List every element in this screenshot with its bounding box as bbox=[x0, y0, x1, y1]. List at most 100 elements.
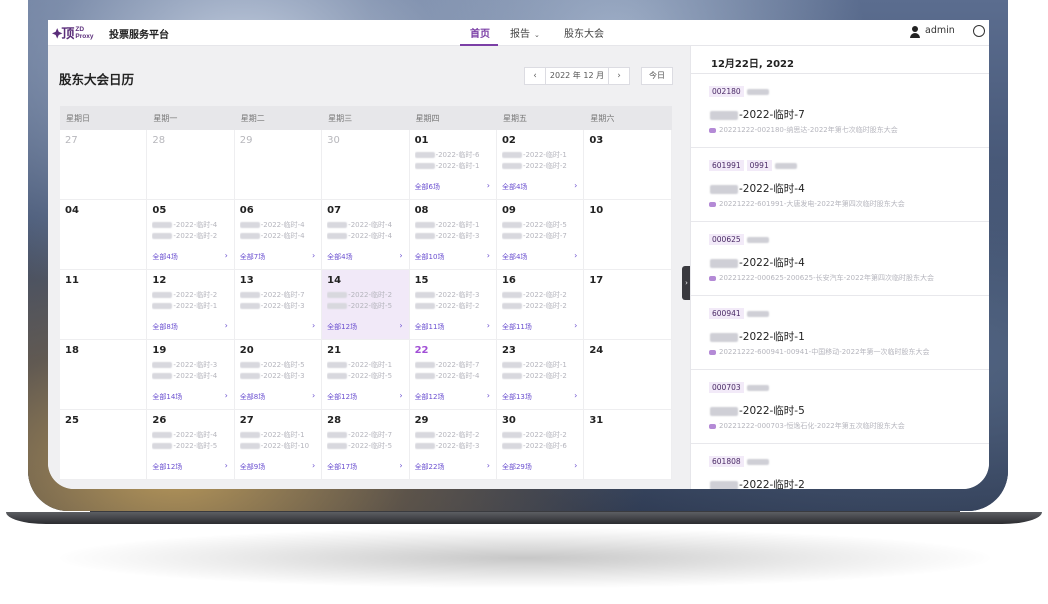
chevron-right-icon[interactable]: › bbox=[574, 461, 577, 470]
calendar-day-cell[interactable]: 13 -2022-临时-7 -2022-临时-3 › bbox=[234, 270, 323, 340]
chevron-right-icon[interactable]: › bbox=[487, 461, 490, 470]
chevron-right-icon[interactable]: › bbox=[399, 251, 402, 260]
calendar-day-cell[interactable]: 30 -2022-临时-2 -2022-临时-6 全部29场 › bbox=[496, 410, 585, 480]
calendar-event[interactable]: -2022-临时-3 bbox=[239, 301, 318, 311]
view-all-link[interactable]: 全部12场 bbox=[327, 392, 357, 402]
view-all-link[interactable]: 全部17场 bbox=[327, 462, 357, 472]
chevron-right-icon[interactable]: › bbox=[574, 391, 577, 400]
calendar-day-cell[interactable]: 11 bbox=[60, 270, 148, 340]
tab-shareholder-meetings[interactable]: 股东大会 bbox=[564, 25, 604, 40]
calendar-event[interactable]: -2022-临时-5 bbox=[327, 301, 405, 311]
calendar-day-cell[interactable]: 01 -2022-临时-6 -2022-临时-1 全部6场 › bbox=[409, 130, 497, 200]
calendar-day-cell[interactable]: 31 bbox=[584, 410, 672, 480]
calendar-event[interactable]: -2022-临时-1 bbox=[327, 360, 405, 370]
calendar-day-cell[interactable]: 27 -2022-临时-1 -2022-临时-10 全部9场 › bbox=[234, 410, 323, 480]
meeting-list-item[interactable]: 000703 -2022-临时-5 20221222-000703-恒逸石化-202… bbox=[691, 370, 989, 444]
calendar-event[interactable]: -2022-临时-1 bbox=[414, 220, 493, 230]
calendar-event[interactable]: -2022-临时-5 bbox=[327, 441, 405, 451]
calendar-event[interactable]: -2022-临时-7 bbox=[239, 290, 318, 300]
calendar-day-cell[interactable]: 26 -2022-临时-4 -2022-临时-5 全部12场 › bbox=[147, 410, 235, 480]
calendar-event[interactable]: -2022-临时-7 bbox=[327, 430, 405, 440]
chevron-right-icon[interactable]: › bbox=[574, 321, 577, 330]
calendar-event[interactable]: -2022-临时-1 bbox=[414, 161, 493, 171]
calendar-day-cell[interactable]: 30 bbox=[322, 130, 410, 200]
chevron-right-icon[interactable]: › bbox=[312, 461, 315, 470]
calendar-day-cell[interactable]: 12 -2022-临时-2 -2022-临时-1 全部8场 › bbox=[147, 270, 235, 340]
calendar-event[interactable]: -2022-临时-2 bbox=[501, 371, 580, 381]
calendar-day-cell[interactable]: 17 bbox=[584, 270, 672, 340]
chevron-right-icon[interactable]: › bbox=[574, 251, 577, 260]
meeting-list-item[interactable]: 601808 -2022-临时-2 bbox=[691, 444, 989, 489]
calendar-event[interactable]: -2022-临时-2 bbox=[414, 430, 493, 440]
today-button[interactable]: 今日 bbox=[641, 67, 673, 85]
calendar-day-cell[interactable]: 16 -2022-临时-2 -2022-临时-2 全部11场 › bbox=[496, 270, 585, 340]
calendar-event[interactable]: -2022-临时-2 bbox=[152, 231, 230, 241]
calendar-event[interactable]: -2022-临时-4 bbox=[239, 220, 318, 230]
calendar-event[interactable]: -2022-临时-5 bbox=[327, 371, 405, 381]
calendar-event[interactable]: -2022-临时-7 bbox=[501, 231, 580, 241]
meeting-list-item[interactable]: 002180 -2022-临时-7 20221222-002180-纳思达-2022… bbox=[691, 74, 989, 148]
chevron-right-icon[interactable]: › bbox=[225, 321, 228, 330]
calendar-event[interactable]: -2022-临时-6 bbox=[414, 150, 493, 160]
calendar-event[interactable]: -2022-临时-1 bbox=[152, 301, 230, 311]
calendar-day-cell[interactable]: 14 -2022-临时-2 -2022-临时-5 全部12场 › bbox=[322, 270, 410, 340]
chevron-right-icon[interactable]: › bbox=[487, 391, 490, 400]
calendar-event[interactable]: -2022-临时-7 bbox=[414, 360, 493, 370]
chevron-right-icon[interactable]: › bbox=[399, 321, 402, 330]
calendar-event[interactable]: -2022-临时-5 bbox=[152, 441, 230, 451]
calendar-day-cell[interactable]: 02 -2022-临时-1 -2022-临时-2 全部4场 › bbox=[496, 130, 585, 200]
calendar-day-cell[interactable]: 05 -2022-临时-4 -2022-临时-2 全部4场 › bbox=[147, 200, 235, 270]
chevron-right-icon[interactable]: › bbox=[399, 391, 402, 400]
calendar-event[interactable]: -2022-临时-2 bbox=[501, 161, 580, 171]
calendar-day-cell[interactable]: 28 bbox=[147, 130, 235, 200]
view-all-link[interactable]: 全部14场 bbox=[152, 392, 182, 402]
calendar-event[interactable]: -2022-临时-3 bbox=[414, 290, 493, 300]
calendar-day-cell[interactable]: 22 -2022-临时-7 -2022-临时-4 全部12场 › bbox=[409, 340, 497, 410]
user-icon[interactable] bbox=[910, 26, 920, 38]
meeting-list-item[interactable]: 600941 -2022-临时-1 20221222-600941-00941-中国… bbox=[691, 296, 989, 370]
view-all-link[interactable]: 全部4场 bbox=[502, 252, 527, 262]
view-all-link[interactable]: 全部11场 bbox=[502, 322, 532, 332]
calendar-event[interactable]: -2022-临时-2 bbox=[327, 290, 405, 300]
chevron-right-icon[interactable]: › bbox=[487, 251, 490, 260]
calendar-event[interactable]: -2022-临时-1 bbox=[239, 430, 318, 440]
view-all-link[interactable]: 全部10场 bbox=[415, 252, 445, 262]
chevron-right-icon[interactable]: › bbox=[312, 321, 315, 330]
chevron-right-icon[interactable]: › bbox=[312, 391, 315, 400]
calendar-day-cell[interactable]: 08 -2022-临时-1 -2022-临时-3 全部10场 › bbox=[409, 200, 497, 270]
calendar-event[interactable]: -2022-临时-3 bbox=[239, 371, 318, 381]
calendar-day-cell[interactable]: 25 bbox=[60, 410, 148, 480]
calendar-event[interactable]: -2022-临时-3 bbox=[414, 441, 493, 451]
view-all-link[interactable]: 全部7场 bbox=[240, 252, 265, 262]
view-all-link[interactable]: 全部6场 bbox=[415, 182, 440, 192]
chevron-right-icon[interactable]: › bbox=[312, 251, 315, 260]
chevron-right-icon[interactable]: › bbox=[225, 391, 228, 400]
view-all-link[interactable]: 全部9场 bbox=[240, 462, 265, 472]
calendar-event[interactable]: -2022-临时-4 bbox=[152, 220, 230, 230]
user-name[interactable]: admin bbox=[925, 25, 955, 36]
calendar-event[interactable]: -2022-临时-4 bbox=[414, 371, 493, 381]
calendar-event[interactable]: -2022-临时-2 bbox=[501, 301, 580, 311]
calendar-day-cell[interactable]: 18 bbox=[60, 340, 148, 410]
calendar-day-cell[interactable]: 20 -2022-临时-5 -2022-临时-3 全部8场 › bbox=[234, 340, 323, 410]
view-all-link[interactable]: 全部4场 bbox=[327, 252, 352, 262]
calendar-day-cell[interactable]: 03 bbox=[584, 130, 672, 200]
calendar-event[interactable]: -2022-临时-10 bbox=[239, 441, 318, 451]
view-all-link[interactable]: 全部4场 bbox=[502, 182, 527, 192]
calendar-event[interactable]: -2022-临时-1 bbox=[501, 360, 580, 370]
chevron-right-icon[interactable]: › bbox=[225, 251, 228, 260]
meeting-list-item[interactable]: 000625 -2022-临时-4 20221222-000625-200625-长… bbox=[691, 222, 989, 296]
calendar-event[interactable]: -2022-临时-2 bbox=[152, 290, 230, 300]
calendar-day-cell[interactable]: 04 bbox=[60, 200, 148, 270]
chevron-right-icon[interactable]: › bbox=[574, 181, 577, 190]
view-all-link[interactable]: 全部12场 bbox=[152, 462, 182, 472]
calendar-event[interactable]: -2022-临时-4 bbox=[152, 371, 230, 381]
calendar-day-cell[interactable]: 23 -2022-临时-1 -2022-临时-2 全部13场 › bbox=[496, 340, 585, 410]
view-all-link[interactable]: 全部29场 bbox=[502, 462, 532, 472]
calendar-day-cell[interactable]: 15 -2022-临时-3 -2022-临时-2 全部11场 › bbox=[409, 270, 497, 340]
calendar-event[interactable]: -2022-临时-5 bbox=[239, 360, 318, 370]
chevron-right-icon[interactable]: › bbox=[487, 321, 490, 330]
calendar-day-cell[interactable]: 24 bbox=[584, 340, 672, 410]
calendar-event[interactable]: -2022-临时-6 bbox=[501, 441, 580, 451]
view-all-link[interactable]: 全部22场 bbox=[415, 462, 445, 472]
